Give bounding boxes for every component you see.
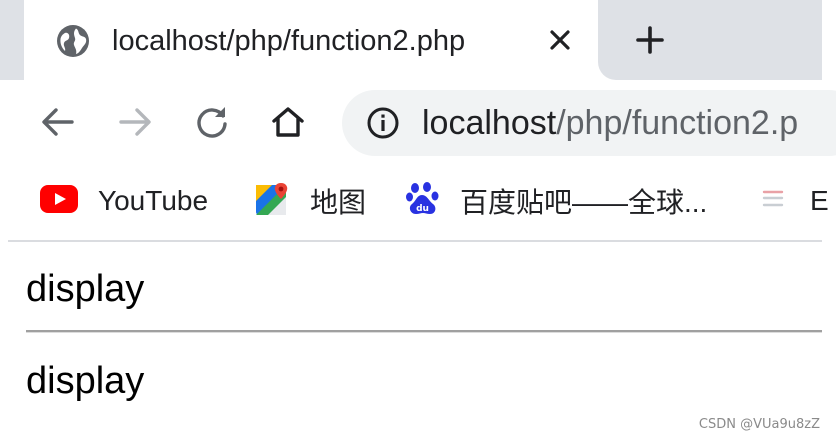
url-text: localhost/php/function2.p bbox=[422, 102, 798, 144]
maps-icon bbox=[254, 181, 290, 222]
youtube-icon bbox=[40, 184, 78, 218]
page-content: display display CSDN @VUa9u8zZ bbox=[0, 242, 836, 440]
window-edge bbox=[822, 0, 836, 80]
plus-icon[interactable] bbox=[632, 22, 668, 58]
arrow-left-icon[interactable] bbox=[38, 102, 78, 142]
tab-strip-background-left bbox=[0, 0, 24, 80]
watermark: CSDN @VUa9u8zZ bbox=[698, 417, 820, 432]
bookmark-label: E bbox=[810, 185, 829, 216]
url-path: /php/function2.p bbox=[556, 104, 799, 142]
horizontal-rule bbox=[26, 330, 822, 333]
home-icon[interactable] bbox=[268, 102, 308, 142]
tab-title: localhost/php/function2.php bbox=[112, 25, 466, 57]
display-text: display bbox=[26, 360, 145, 402]
svg-text:du: du bbox=[416, 204, 429, 214]
bookmark-baidu[interactable]: du 百度贴吧——全球... bbox=[406, 180, 707, 222]
reload-icon[interactable] bbox=[192, 102, 232, 142]
url-host: localhost bbox=[422, 104, 557, 142]
bookmark-label: YouTube bbox=[98, 185, 209, 216]
bookmark-label: 百度贴吧——全球... bbox=[460, 187, 708, 218]
bookmark-other[interactable]: E bbox=[758, 180, 829, 222]
display-text: display bbox=[26, 268, 145, 310]
bookmark-maps[interactable]: 地图 bbox=[254, 180, 366, 222]
bookmarks-bar: YouTube 地图 du 百度贴吧——全球... E bbox=[0, 166, 836, 238]
arrow-right-icon[interactable] bbox=[115, 102, 155, 142]
close-icon[interactable] bbox=[546, 26, 574, 54]
address-bar[interactable]: localhost/php/function2.p bbox=[342, 90, 836, 156]
active-tab[interactable]: localhost/php/function2.php bbox=[24, 0, 598, 80]
bookmark-label: 地图 bbox=[310, 187, 367, 218]
toolbar: localhost/php/function2.p bbox=[0, 80, 836, 166]
info-icon[interactable] bbox=[366, 106, 400, 140]
globe-icon bbox=[56, 24, 90, 58]
baidu-icon: du bbox=[406, 181, 440, 222]
bookmark-icon bbox=[758, 184, 788, 219]
bookmark-youtube[interactable]: YouTube bbox=[40, 180, 208, 222]
tab-strip: localhost/php/function2.php bbox=[0, 0, 836, 80]
